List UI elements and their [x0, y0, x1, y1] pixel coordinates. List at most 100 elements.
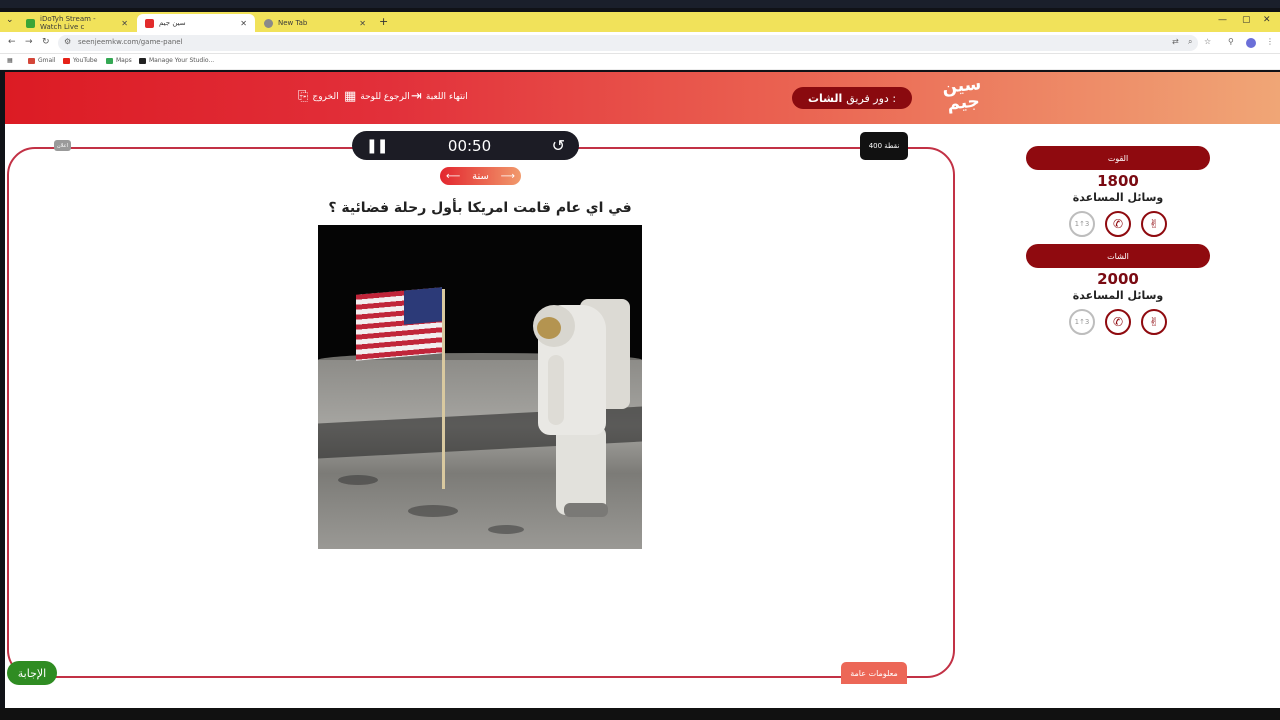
- seenjeem-favicon-icon: [145, 18, 154, 28]
- bookmark-maps[interactable]: Maps: [106, 57, 132, 64]
- team-turn-badge: الشات دور فريق :: [792, 87, 912, 109]
- maximize-icon[interactable]: ▢: [1242, 15, 1251, 25]
- category-label: سنة: [472, 170, 489, 182]
- browser-tab-bar: ⌄ iDoTyh Stream - Watch Live c ✕ سين جيم…: [0, 12, 1280, 32]
- flag-pole: [442, 289, 445, 489]
- crater: [408, 505, 458, 517]
- tab-label: iDoTyh Stream - Watch Live c: [40, 15, 96, 31]
- team-2-call-friend-icon[interactable]: ✆: [1105, 309, 1131, 335]
- team-1-double-points-icon[interactable]: 1↑3: [1069, 211, 1095, 237]
- question-timer: ❚❚ 00:50 ↺: [352, 131, 579, 160]
- team-2-two-answers-icon[interactable]: ✌: [1141, 309, 1167, 335]
- bookmark-label: Gmail: [38, 57, 56, 64]
- tab-new[interactable]: New Tab ✕: [256, 14, 374, 32]
- team-1-name: القوت: [1026, 146, 1210, 170]
- back-to-board-link[interactable]: ▦ الرجوع للوحة: [344, 90, 410, 103]
- screen: ⌄ iDoTyh Stream - Watch Live c ✕ سين جيم…: [0, 0, 1280, 720]
- close-icon[interactable]: ✕: [121, 19, 128, 28]
- game-panel-page: ⎘ الخروج ▦ الرجوع للوحة ⇥ انتهاء اللعبة …: [5, 72, 1280, 708]
- game-header: ⎘ الخروج ▦ الرجوع للوحة ⇥ انتهاء اللعبة …: [5, 72, 1280, 124]
- seenjeem-logo: سين جيم: [939, 74, 987, 120]
- tab-search-icon[interactable]: ⌄: [6, 15, 14, 25]
- team-1-call-friend-icon[interactable]: ✆: [1105, 211, 1131, 237]
- reset-timer-icon[interactable]: ↺: [552, 136, 565, 155]
- team-2-name: الشات: [1026, 244, 1210, 268]
- astronaut-boot: [564, 503, 608, 517]
- team-1-score: 1800: [1097, 172, 1139, 190]
- address-bar-row: ← → ↻ ⚙ seenjeemkw.com/game-panel ⇄ ⌕ ☆ …: [0, 32, 1280, 54]
- bookmarks-bar: ▦ Gmail YouTube Maps Manage Your Studio.…: [0, 54, 1280, 70]
- team-2-double-points-icon[interactable]: 1↑3: [1069, 309, 1095, 335]
- arrow-left-icon[interactable]: ⟵: [446, 171, 460, 182]
- end-arrow-icon: ⇥: [411, 89, 422, 104]
- logo-line-2: جيم: [946, 91, 981, 115]
- site-info-icon[interactable]: ⚙: [64, 37, 71, 46]
- os-top-strip: [0, 0, 1280, 8]
- youtube-icon: [63, 57, 70, 64]
- points-badge: 400 نقطة: [860, 132, 908, 160]
- tab-seenjeem[interactable]: سين جيم ✕: [137, 14, 255, 32]
- general-info-button[interactable]: معلومات عامة: [841, 662, 907, 684]
- apps-grid-icon[interactable]: ▦: [7, 57, 13, 64]
- turn-label: دور فريق :: [846, 91, 897, 105]
- bookmark-studio[interactable]: Manage Your Studio...: [139, 57, 214, 64]
- flag-canton: [404, 287, 442, 325]
- bookmark-youtube[interactable]: YouTube: [63, 57, 97, 64]
- bookmark-label: Maps: [116, 57, 132, 64]
- crater: [338, 475, 378, 485]
- url-input[interactable]: ⚙ seenjeemkw.com/game-panel: [58, 35, 1198, 51]
- us-flag: [356, 287, 442, 361]
- team-2-score: 2000: [1097, 270, 1139, 288]
- reload-icon[interactable]: ↻: [42, 37, 50, 47]
- astronaut-arm: [548, 355, 564, 425]
- astronaut-legs: [556, 425, 606, 515]
- back-icon[interactable]: ←: [8, 37, 16, 47]
- team-2-aids-label: وسائل المساعدة: [1072, 289, 1164, 302]
- close-icon[interactable]: ✕: [359, 19, 366, 28]
- category-pill: ⟵ سنة ⟶: [440, 167, 521, 185]
- translate-icon[interactable]: ⇄: [1172, 37, 1179, 46]
- zoom-icon[interactable]: ⌕: [1188, 37, 1192, 47]
- tab-label: سين جيم: [159, 19, 186, 27]
- exit-icon: ⎘: [298, 89, 309, 104]
- arrow-right-icon[interactable]: ⟶: [501, 171, 515, 182]
- question-text: في اي عام قامت امريكا بأول رحلة فضائية ؟: [328, 200, 632, 216]
- browser-menu-icon[interactable]: ⋮: [1266, 37, 1274, 46]
- maps-icon: [106, 57, 113, 64]
- gmail-icon: [28, 57, 35, 64]
- stream-favicon-icon: [26, 18, 35, 28]
- window-close-icon[interactable]: ✕: [1263, 15, 1271, 25]
- team-1-two-answers-icon[interactable]: ✌: [1141, 211, 1167, 237]
- tab-label: New Tab: [278, 19, 308, 27]
- chrome-favicon-icon: [264, 18, 273, 28]
- tab-stream[interactable]: iDoTyh Stream - Watch Live c ✕: [18, 14, 136, 32]
- studio-icon: [139, 57, 146, 64]
- crater: [488, 525, 524, 534]
- astronaut-visor: [537, 317, 561, 339]
- exit-link[interactable]: ⎘ الخروج: [298, 90, 339, 103]
- forward-icon[interactable]: →: [25, 37, 33, 47]
- question-image: [318, 225, 642, 549]
- bookmark-label: YouTube: [73, 57, 98, 64]
- grid-icon: ▦: [344, 89, 357, 104]
- bookmark-label: Manage Your Studio...: [149, 57, 215, 64]
- exit-label: الخروج: [312, 91, 339, 102]
- back-to-board-label: الرجوع للوحة: [360, 91, 410, 102]
- mini-toggle-button[interactable]: اعلان: [54, 140, 71, 151]
- os-bottom-strip: [0, 708, 1280, 720]
- turn-team-name: الشات: [807, 91, 843, 105]
- pause-icon[interactable]: ❚❚: [366, 138, 388, 154]
- bookmark-star-icon[interactable]: ☆: [1204, 37, 1211, 46]
- bookmark-gmail[interactable]: Gmail: [28, 57, 56, 64]
- url-text: seenjeemkw.com/game-panel: [78, 38, 183, 46]
- minimize-icon[interactable]: —: [1218, 15, 1227, 25]
- team-1-aids-label: وسائل المساعدة: [1072, 191, 1164, 204]
- profile-avatar[interactable]: [1246, 38, 1256, 48]
- extensions-icon[interactable]: ⚲: [1228, 37, 1234, 46]
- close-icon[interactable]: ✕: [240, 19, 247, 28]
- new-tab-icon[interactable]: +: [379, 15, 388, 28]
- answer-button[interactable]: الإجابة: [7, 661, 57, 685]
- end-game-label: انتهاء اللعبة: [425, 91, 468, 102]
- timer-value: 00:50: [447, 136, 492, 155]
- end-game-link[interactable]: ⇥ انتهاء اللعبة: [411, 90, 468, 103]
